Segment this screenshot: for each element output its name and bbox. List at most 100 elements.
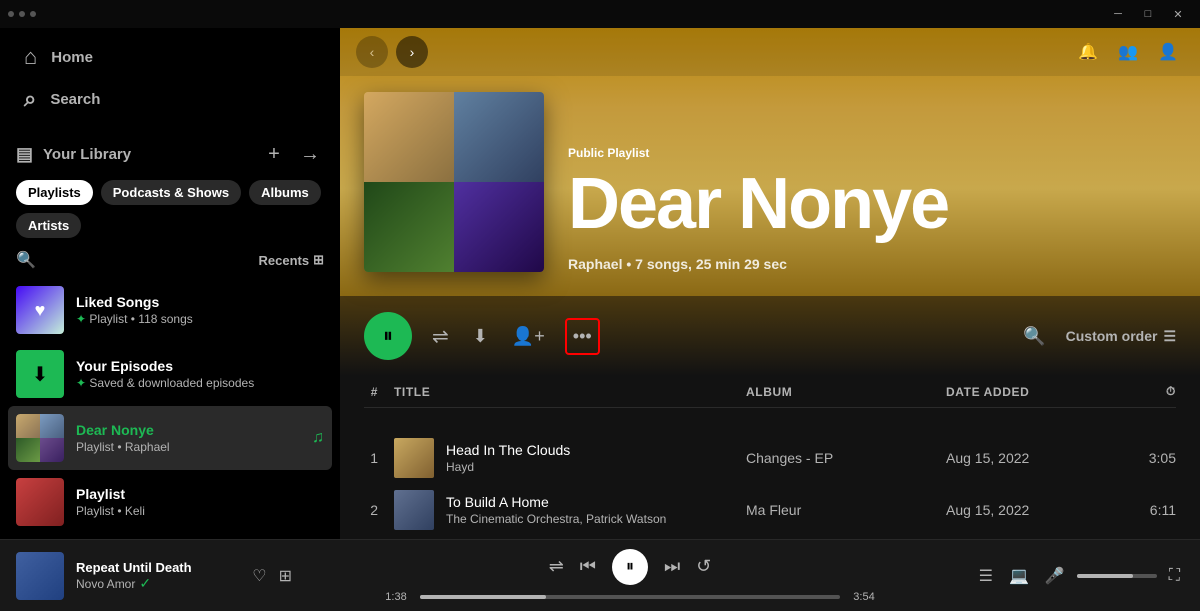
add-library-button[interactable]: + bbox=[260, 140, 288, 168]
sidebar-item-home[interactable]: ⌂ Home bbox=[12, 36, 328, 78]
playlist-controls-area: ⏸ ⇌ ⬇ 👤+ ••• 🔍 Custom order ☰ # Title Al… bbox=[340, 296, 1200, 432]
header-top-bar: ‹ › 🔔 👥 👤 bbox=[340, 28, 1200, 76]
liked-songs-thumb: ♥ bbox=[16, 286, 64, 334]
now-playing-title: Repeat Until Death bbox=[76, 560, 236, 575]
library-title: Your Library bbox=[43, 146, 131, 163]
dear-nonye-info: Dear Nonye Playlist • Raphael bbox=[76, 422, 300, 454]
next-button[interactable]: ⏭ bbox=[664, 556, 680, 577]
back-button[interactable]: ‹ bbox=[356, 36, 388, 68]
dear-nonye-thumb bbox=[16, 414, 64, 462]
library-title-row[interactable]: ▤ Your Library bbox=[16, 144, 131, 165]
track-artist: Hayd bbox=[446, 460, 570, 474]
track-duration: 6:11 bbox=[1096, 502, 1176, 518]
table-row[interactable]: 1 Head In The Clouds Hayd Changes - EP A… bbox=[364, 432, 1176, 484]
filter-pills: Playlists Podcasts & Shows Albums Artist… bbox=[0, 176, 340, 246]
library-item-liked-songs[interactable]: ♥ Liked Songs ✦ Playlist • 118 songs bbox=[8, 278, 332, 342]
track-date: Aug 15, 2022 bbox=[946, 502, 1096, 518]
lyrics-button[interactable]: 🎤 bbox=[1041, 562, 1069, 590]
library-item-keli[interactable]: Playlist Playlist • Keli bbox=[8, 470, 332, 534]
home-icon: ⌂ bbox=[24, 44, 37, 70]
cover-cell-4 bbox=[454, 182, 544, 272]
volume-bar[interactable] bbox=[1077, 574, 1157, 578]
prev-button[interactable]: ⏮ bbox=[580, 556, 596, 577]
time-total: 3:54 bbox=[848, 591, 880, 603]
main-layout: ⌂ Home ⌕ Search ▤ Your Library + → Playl… bbox=[0, 28, 1200, 539]
track-name: To Build A Home bbox=[446, 494, 666, 510]
sidebar-item-search[interactable]: ⌕ Search bbox=[12, 78, 328, 120]
devices-button[interactable]: 💻 bbox=[1005, 562, 1033, 590]
track-list-header: # Title Album Date added ⏱ bbox=[364, 376, 1176, 408]
now-playing-info: Repeat Until Death Novo Amor ✓ bbox=[76, 560, 236, 592]
recents-label[interactable]: Recents ⊞ bbox=[259, 252, 324, 268]
playlist-info: Public Playlist Dear Nonye Raphael • 7 s… bbox=[568, 146, 1176, 272]
track-name-artist: To Build A Home The Cinematic Orchestra,… bbox=[446, 494, 666, 526]
download-button[interactable]: ⬇ bbox=[469, 322, 492, 351]
play-pause-button[interactable]: ⏸ bbox=[364, 312, 412, 360]
player-center: ⇌ ⏮ ⏸ ⏭ ↺ 1:38 3:54 bbox=[312, 549, 948, 603]
library-item-your-episodes[interactable]: ⬇ Your Episodes ✦ Saved & downloaded epi… bbox=[8, 342, 332, 406]
filter-artists[interactable]: Artists bbox=[16, 213, 81, 238]
list-icon: ☰ bbox=[1163, 328, 1176, 345]
library-list: ♥ Liked Songs ✦ Playlist • 118 songs ⬇ Y… bbox=[0, 278, 340, 539]
playlist-type: Public Playlist bbox=[568, 146, 1176, 160]
playlist-title: Dear Nonye bbox=[568, 168, 1176, 240]
custom-order-dropdown[interactable]: Custom order ☰ bbox=[1066, 328, 1176, 345]
verified-icon: ✓ bbox=[139, 575, 151, 592]
notifications-button[interactable]: 🔔 bbox=[1072, 36, 1104, 68]
now-playing-artist: Novo Amor bbox=[76, 577, 135, 591]
header-duration: ⏱ bbox=[1096, 384, 1176, 399]
progress-bar[interactable] bbox=[420, 595, 840, 599]
repeat-button[interactable]: ↺ bbox=[696, 556, 711, 577]
keli-meta: Playlist • Keli bbox=[76, 504, 324, 518]
table-row[interactable]: 2 To Build A Home The Cinematic Orchestr… bbox=[364, 484, 1176, 536]
library-search-icon[interactable]: 🔍 bbox=[16, 250, 36, 270]
library-item-dear-nonye[interactable]: Dear Nonye Playlist • Raphael ♫ bbox=[8, 406, 332, 470]
expand-library-button[interactable]: → bbox=[296, 140, 324, 168]
close-button[interactable]: ✕ bbox=[1164, 4, 1192, 24]
keli-info: Playlist Playlist • Keli bbox=[76, 486, 324, 518]
track-date: Aug 15, 2022 bbox=[946, 450, 1096, 466]
shuffle-button[interactable]: ⇌ bbox=[428, 320, 453, 353]
player-bar: Repeat Until Death Novo Amor ✓ ♡ ⊞ ⇌ ⏮ ⏸… bbox=[0, 539, 1200, 611]
sidebar-nav: ⌂ Home ⌕ Search bbox=[0, 28, 340, 128]
heart-button[interactable]: ♡ bbox=[248, 562, 270, 590]
content-area: ‹ › 🔔 👥 👤 Public Playlist bbox=[340, 28, 1200, 539]
progress-fill bbox=[420, 595, 546, 599]
search-tracks-button[interactable]: 🔍 bbox=[1019, 322, 1049, 351]
queue-button[interactable]: ☰ bbox=[975, 562, 997, 590]
your-episodes-thumb: ⬇ bbox=[16, 350, 64, 398]
track-thumb bbox=[394, 438, 434, 478]
filter-podcasts[interactable]: Podcasts & Shows bbox=[101, 180, 241, 205]
header-title: Title bbox=[394, 385, 746, 399]
track-num: 2 bbox=[364, 502, 394, 518]
profile-button[interactable]: 👤 bbox=[1152, 36, 1184, 68]
time-current: 1:38 bbox=[380, 591, 412, 603]
filter-albums[interactable]: Albums bbox=[249, 180, 321, 205]
sidebar-item-home-label: Home bbox=[51, 49, 93, 66]
maximize-button[interactable]: □ bbox=[1134, 4, 1162, 24]
titlebar-controls: ─ □ ✕ bbox=[1104, 4, 1192, 24]
track-list: 1 Head In The Clouds Hayd Changes - EP A… bbox=[340, 432, 1200, 539]
pip-button[interactable]: ⊞ bbox=[275, 562, 296, 590]
titlebar: ─ □ ✕ bbox=[0, 0, 1200, 28]
liked-songs-info: Liked Songs ✦ Playlist • 118 songs bbox=[76, 294, 324, 326]
recents-sort-icon: ⊞ bbox=[313, 252, 324, 268]
track-name-artist: Head In The Clouds Hayd bbox=[446, 442, 570, 474]
forward-button[interactable]: › bbox=[396, 36, 428, 68]
shuffle-player-button[interactable]: ⇌ bbox=[549, 556, 564, 577]
fullscreen-button[interactable]: ⛶ bbox=[1165, 563, 1184, 589]
nav-arrows: ‹ › bbox=[356, 36, 428, 68]
track-thumb bbox=[394, 490, 434, 530]
keli-name: Playlist bbox=[76, 486, 324, 502]
friends-button[interactable]: 👥 bbox=[1112, 36, 1144, 68]
sidebar-item-search-label: Search bbox=[50, 91, 100, 108]
track-duration: 3:05 bbox=[1096, 450, 1176, 466]
titlebar-dot bbox=[8, 11, 14, 17]
playlist-meta: Raphael • 7 songs, 25 min 29 sec bbox=[568, 256, 1176, 272]
more-options-button[interactable]: ••• bbox=[569, 322, 596, 351]
filter-playlists[interactable]: Playlists bbox=[16, 180, 93, 205]
follow-button[interactable]: 👤+ bbox=[508, 322, 549, 351]
minimize-button[interactable]: ─ bbox=[1104, 4, 1132, 24]
library-icon: ▤ bbox=[16, 144, 33, 165]
play-main-button[interactable]: ⏸ bbox=[612, 549, 648, 585]
